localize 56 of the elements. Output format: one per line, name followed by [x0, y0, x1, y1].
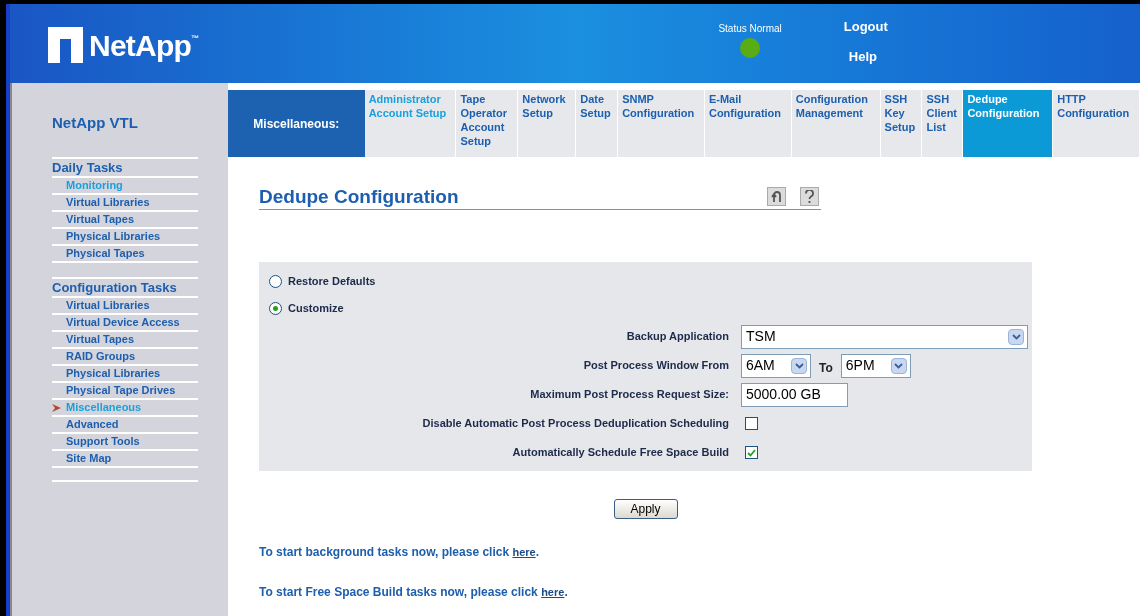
sidebar-link[interactable]: Support Tools — [66, 433, 140, 450]
sidebar-link[interactable]: Site Map — [66, 450, 112, 467]
radio-button[interactable] — [269, 302, 282, 315]
size-input[interactable]: 5000.00 GB — [741, 382, 848, 407]
radio-label: Customize — [288, 301, 344, 317]
radio-button[interactable] — [269, 275, 282, 288]
arrow-icon — [52, 403, 61, 412]
tab-section-label: Miscellaneous: — [228, 90, 365, 157]
tab[interactable]: Configuration Management — [791, 90, 881, 157]
undo-icon[interactable] — [767, 187, 786, 206]
tab[interactable]: Tape Operator Account Setup — [456, 90, 519, 157]
sidebar-link[interactable]: Physical Libraries — [66, 228, 161, 245]
sidebar-link[interactable]: Physical Tape Drives — [66, 382, 176, 399]
header-link[interactable]: Help — [848, 47, 888, 67]
field-label: Automatically Schedule Free Space Build — [511, 445, 730, 461]
instruction-text: To start background tasks now, please click here. — [259, 544, 540, 561]
sidebar-link[interactable]: Virtual Tapes — [66, 211, 135, 228]
sidebar-link[interactable]: Advanced — [66, 416, 119, 433]
field-label: Post Process Window From — [582, 358, 730, 374]
sidebar-title: NetApp VTL — [52, 113, 138, 134]
tab[interactable]: E-Mail Configuration — [704, 90, 792, 157]
page-title: Dedupe Configuration — [259, 185, 459, 209]
tab[interactable]: Network Setup — [518, 90, 577, 157]
status-label: Status Normal — [718, 22, 782, 36]
section-heading: Configuration Tasks — [52, 279, 177, 296]
sidebar-link[interactable]: Physical Tapes — [66, 245, 145, 262]
sidebar-link[interactable]: Virtual Libraries — [66, 297, 150, 314]
sidebar-link[interactable]: Virtual Device Access — [66, 314, 180, 331]
instruction-text: To start Free Space Build tasks now, please click here. — [259, 584, 569, 601]
checkbox[interactable] — [745, 446, 758, 459]
sidebar-link[interactable]: RAID Groups — [66, 348, 136, 365]
apply-button[interactable]: Apply — [613, 499, 678, 519]
tab[interactable]: Date Setup — [576, 90, 619, 157]
section-heading: Daily Tasks — [52, 159, 123, 176]
tab[interactable]: SNMP Configuration — [618, 90, 705, 157]
tab[interactable]: SSH Key Setup — [880, 90, 923, 157]
tab[interactable]: HTTP Configuration — [1053, 90, 1140, 157]
dropdown[interactable]: TSM — [741, 324, 1028, 349]
field-label: Maximum Post Process Request Size: — [529, 387, 730, 403]
dropdown[interactable]: 6AM — [741, 353, 811, 378]
tab[interactable]: Administrator Account Setup — [364, 90, 457, 157]
logo-icon — [48, 27, 83, 63]
logo-text: NetApp$^{™}$ — [89, 27, 199, 64]
field-label: Disable Automatic Post Process Deduplication Scheduling — [421, 416, 730, 432]
to-label: To — [819, 359, 833, 377]
sidebar-link[interactable]: Virtual Libraries — [66, 194, 150, 211]
sidebar-link[interactable]: Virtual Tapes — [66, 331, 135, 348]
field-label: Backup Application — [625, 329, 730, 345]
checkbox[interactable] — [745, 417, 758, 430]
here-link[interactable]: here — [512, 546, 536, 558]
tab[interactable]: Dedupe Configuration — [963, 90, 1054, 157]
header-link[interactable]: Logout — [843, 16, 888, 36]
dropdown[interactable]: 6PM — [840, 353, 911, 378]
radio-label: Restore Defaults — [288, 274, 376, 290]
sidebar-link[interactable]: Physical Libraries — [66, 365, 161, 382]
help-icon[interactable] — [800, 187, 819, 206]
